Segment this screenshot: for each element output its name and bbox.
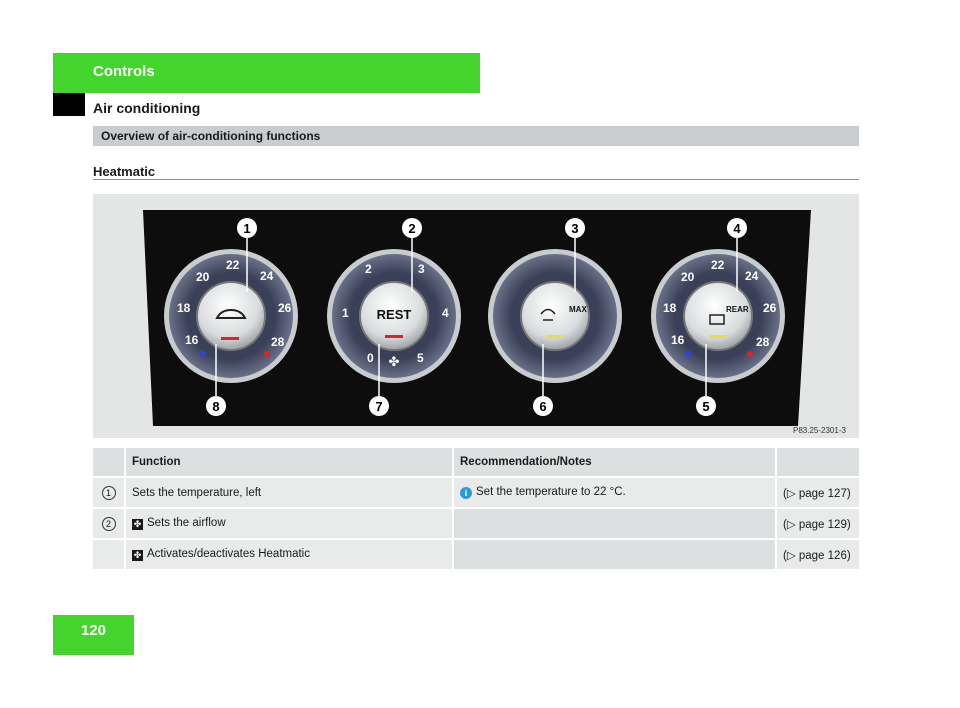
- fan-button-icon: ✤: [132, 519, 143, 530]
- table-row: 1 Sets the temperature, left i Set the te…: [93, 476, 859, 507]
- svg-text:1: 1: [243, 221, 250, 236]
- callout-6: 6: [533, 396, 553, 416]
- section-title: Air conditioning: [93, 100, 201, 116]
- scale-22-left: 22: [226, 258, 240, 272]
- svg-text:8: 8: [212, 399, 219, 414]
- scale-4: 4: [442, 306, 449, 320]
- scale-28-right: 28: [756, 335, 770, 349]
- scale-22-right: 22: [711, 258, 725, 272]
- scale-5: 5: [417, 351, 424, 365]
- scale-26-right: 26: [763, 301, 777, 315]
- header-function: Function: [124, 448, 452, 476]
- scale-20-right: 20: [681, 270, 695, 284]
- svg-text:2: 2: [408, 221, 415, 236]
- callout-5: 5: [696, 396, 716, 416]
- rear-label: REAR: [726, 305, 749, 314]
- row-note: Set the temperature to 22 °C.: [476, 486, 626, 498]
- fan-icon: ✤: [389, 354, 400, 369]
- header-notes: Recommendation/Notes: [452, 448, 775, 476]
- svg-text:6: 6: [539, 399, 546, 414]
- svg-text:4: 4: [733, 221, 741, 236]
- dial-airflow: REST 0 1 2 3 4 5 ✤: [327, 249, 461, 383]
- row-function: Sets the airflow: [147, 517, 226, 529]
- row-note-empty: [452, 507, 775, 538]
- dial-temp-left: 16 18 20 22 24 26 28: [164, 249, 298, 383]
- fan-button-icon: ✤: [132, 550, 143, 561]
- dial-air-distribution: MAX: [488, 249, 622, 383]
- info-icon: i: [460, 487, 472, 499]
- row-function: Sets the temperature, left: [124, 476, 452, 507]
- scale-0: 0: [367, 351, 374, 365]
- scale-18-left: 18: [177, 301, 191, 315]
- scale-28-left: 28: [271, 335, 285, 349]
- table-row: ✤ Activates/deactivates Heatmatic (▷ page…: [93, 538, 859, 569]
- figure-code: P83.25-2301-3: [793, 426, 846, 435]
- callout-1: 1: [237, 218, 257, 238]
- scale-2: 2: [365, 262, 372, 276]
- page-number: 120: [53, 615, 134, 655]
- scale-3: 3: [418, 262, 425, 276]
- scale-16-right: 16: [671, 333, 685, 347]
- subtitle: Heatmatic: [93, 164, 156, 179]
- section-marker: [53, 93, 85, 116]
- page-ref[interactable]: (▷ page 127): [775, 476, 859, 507]
- divider: [93, 179, 859, 180]
- table-row: 2 ✤ Sets the airflow (▷ page 129): [93, 507, 859, 538]
- dial-temp-right: REAR 16 18 20 22 24 26 28: [651, 249, 785, 383]
- callout-8: 8: [206, 396, 226, 416]
- row-number: 2: [101, 516, 116, 531]
- callout-7: 7: [369, 396, 389, 416]
- scale-16-left: 16: [185, 333, 199, 347]
- page-ref[interactable]: (▷ page 129): [775, 507, 859, 538]
- row-number: 1: [101, 485, 116, 500]
- max-label: MAX: [569, 305, 587, 314]
- scale-18-right: 18: [663, 301, 677, 315]
- scale-24-right: 24: [745, 269, 759, 283]
- table-header-row: Function Recommendation/Notes: [93, 448, 859, 476]
- scale-1: 1: [342, 306, 349, 320]
- callout-3: 3: [565, 218, 585, 238]
- scale-26-left: 26: [278, 301, 292, 315]
- control-panel-photo: 16 18 20 22 24 26 28 REST 0 1 2 3 4 5 ✤: [93, 194, 859, 438]
- page-ref[interactable]: (▷ page 126): [775, 538, 859, 569]
- function-table: Function Recommendation/Notes 1 Sets the…: [93, 448, 859, 569]
- callout-4: 4: [727, 218, 747, 238]
- rest-label: REST: [377, 307, 412, 322]
- overview-bar: Overview of air-conditioning functions: [93, 126, 859, 146]
- scale-24-left: 24: [260, 269, 274, 283]
- callout-2: 2: [402, 218, 422, 238]
- row-function: Activates/deactivates Heatmatic: [147, 548, 310, 560]
- svg-text:5: 5: [702, 399, 709, 414]
- row-note-empty: [452, 538, 775, 569]
- svg-text:7: 7: [375, 399, 382, 414]
- svg-text:3: 3: [571, 221, 578, 236]
- chapter-tab: Controls: [53, 53, 480, 93]
- scale-20-left: 20: [196, 270, 210, 284]
